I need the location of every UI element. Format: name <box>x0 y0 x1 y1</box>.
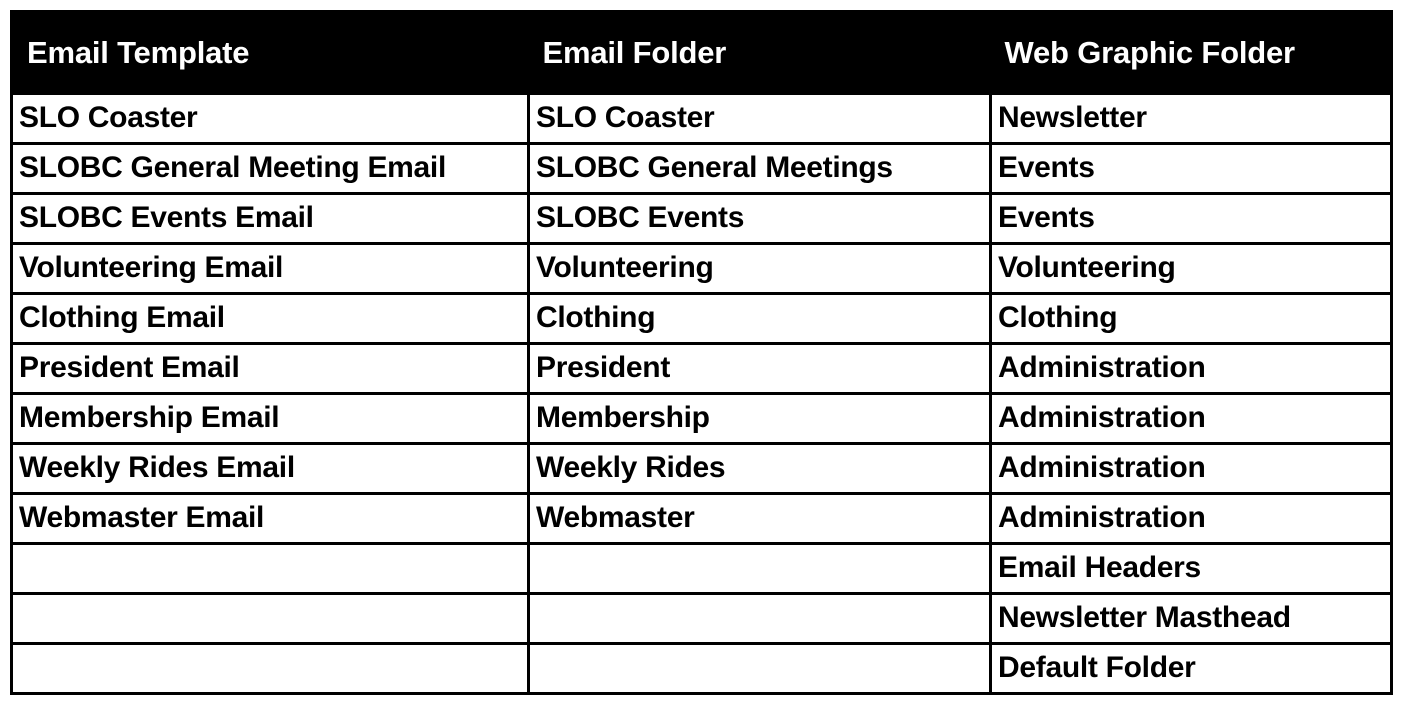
table-row: Volunteering Email Volunteering Volunteeri… <box>11 242 1392 295</box>
column-header-web-graphic-folder: Web Graphic Folder <box>990 11 1392 94</box>
table-header-row: Email Template Email Folder Web Graphic … <box>11 11 1392 94</box>
table-cell-email_template: Volunteering Email <box>11 242 530 295</box>
table-cell-web_graphic_folder: Administration <box>989 442 1392 495</box>
table-cell-empty-email_template <box>11 542 530 595</box>
table-cell-web_graphic_folder: Newsletter <box>989 92 1392 145</box>
table-row: Newsletter Masthead <box>11 592 1392 645</box>
table-cell-email_folder: SLOBC Events <box>527 192 992 245</box>
table-cell-email_template: Clothing Email <box>11 292 530 345</box>
table-cell-web_graphic_folder: Administration <box>989 492 1392 545</box>
table-cell-email_folder: Clothing <box>527 292 992 345</box>
table-row: Email Headers <box>11 542 1392 595</box>
table-cell-web_graphic_folder: Administration <box>989 392 1392 445</box>
table-cell-empty-email_template <box>11 642 530 694</box>
table-cell-web_graphic_folder: Clothing <box>989 292 1392 345</box>
table-row: President Email President Administration <box>11 342 1392 395</box>
table-cell-email_folder: President <box>527 342 992 395</box>
table-cell-empty-email_folder <box>527 642 992 694</box>
table-cell-email_folder: Webmaster <box>527 492 992 545</box>
table-cell-email_folder: SLOBC General Meetings <box>527 142 992 195</box>
table-row: SLO Coaster SLO Coaster Newsletter <box>11 92 1392 145</box>
table-cell-email_template: SLOBC Events Email <box>11 192 530 245</box>
table-cell-web_graphic_folder: Events <box>989 142 1392 195</box>
table-cell-email_folder: Volunteering <box>527 242 992 295</box>
table-cell-empty-email_folder <box>527 592 992 645</box>
table-cell-email_template: President Email <box>11 342 530 395</box>
table-cell-web_graphic_folder: Administration <box>989 342 1392 395</box>
table-cell-email_template: SLO Coaster <box>11 92 530 145</box>
table-cell-empty-email_folder <box>527 542 992 595</box>
table-cell-web_graphic_folder: Volunteering <box>989 242 1392 295</box>
table-row: Membership Email Membership Administration <box>11 392 1392 445</box>
table-row: Weekly Rides Email Weekly Rides Administra… <box>11 442 1392 495</box>
column-header-email-folder: Email Folder <box>528 11 991 94</box>
table-row: Webmaster Email Webmaster Administration <box>11 492 1392 545</box>
table-cell-email_folder: Membership <box>527 392 992 445</box>
table-body: SLO Coaster SLO Coaster Newsletter SLOBC Ge… <box>11 92 1392 694</box>
table-cell-email_folder: Weekly Rides <box>527 442 992 495</box>
table-cell-email_template: Webmaster Email <box>11 492 530 545</box>
table-cell-empty-email_template <box>11 592 530 645</box>
table-cell-email_template: SLOBC General Meeting Email <box>11 142 530 195</box>
table-cell-email_template: Membership Email <box>11 392 530 445</box>
table-cell-web_graphic_folder: Default Folder <box>989 642 1392 694</box>
mapping-table-container: Email Template Email Folder Web Graphic … <box>10 10 1393 695</box>
table-row: Clothing Email Clothing Clothing <box>11 292 1392 345</box>
table-cell-web_graphic_folder: Email Headers <box>989 542 1392 595</box>
column-header-email-template: Email Template <box>11 11 529 94</box>
email-template-mapping-table: Email Template Email Folder Web Graphic … <box>10 10 1393 695</box>
table-cell-web_graphic_folder: Events <box>989 192 1392 245</box>
table-header: Email Template Email Folder Web Graphic … <box>11 11 1392 94</box>
table-cell-email_folder: SLO Coaster <box>527 92 992 145</box>
table-row: SLOBC Events Email SLOBC Events Events <box>11 192 1392 245</box>
table-cell-email_template: Weekly Rides Email <box>11 442 530 495</box>
table-row: Default Folder <box>11 642 1392 694</box>
table-row: SLOBC General Meeting Email SLOBC General… <box>11 142 1392 195</box>
table-cell-web_graphic_folder: Newsletter Masthead <box>989 592 1392 645</box>
